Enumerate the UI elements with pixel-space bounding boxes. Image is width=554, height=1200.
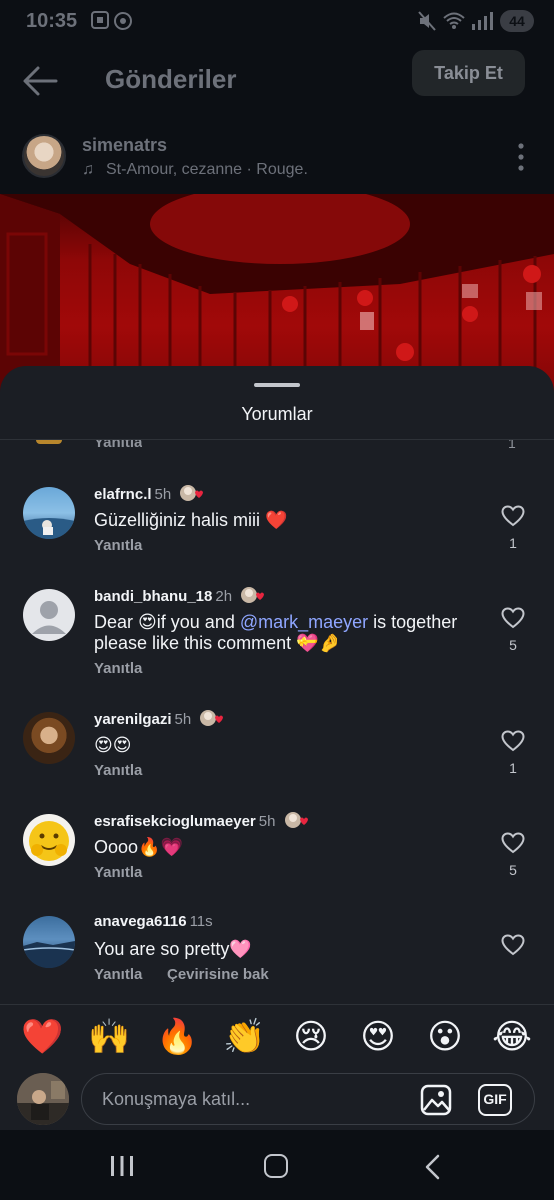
- comment-username[interactable]: anavega6116: [94, 913, 187, 930]
- partial-like-count: 1: [508, 440, 516, 450]
- reply-link[interactable]: Yanıtla: [94, 762, 142, 779]
- comment-time: 2h: [215, 588, 233, 605]
- post-music[interactable]: ♫ St-Amour, cezanne · Rouge.: [82, 161, 308, 179]
- comment-time: 5h: [154, 486, 172, 503]
- drag-handle[interactable]: [254, 383, 300, 387]
- reply-link[interactable]: Yanıtla: [94, 966, 142, 983]
- emoji-red-heart[interactable]: ❤️: [21, 1017, 63, 1057]
- home-icon[interactable]: [264, 1154, 288, 1178]
- partial-comment-avatar: [36, 440, 62, 444]
- comment-text: You are so pretty🩷: [94, 939, 252, 959]
- partial-reply-link[interactable]: Yanıtla: [94, 440, 142, 450]
- emoji-heart-eyes[interactable]: 😍: [358, 1017, 398, 1057]
- comment-header: yarenilgazi 5h: [94, 709, 224, 728]
- follow-button[interactable]: Takip Et: [412, 50, 525, 96]
- comment-header: anavega6116 11s: [94, 913, 213, 930]
- heart-outline-icon[interactable]: [501, 832, 525, 854]
- status-time: 10:35: [26, 10, 78, 32]
- emoji-quick-bar: ❤️ 🙌 🔥 👏 😢 😍 😮 😂: [0, 1004, 554, 1068]
- music-label: St-Amour, cezanne · Rouge.: [106, 161, 308, 178]
- author-liked-avatar-icon: [284, 811, 308, 829]
- reply-link[interactable]: Yanıtla: [94, 660, 142, 677]
- my-avatar: [17, 1073, 69, 1125]
- heart-outline-icon[interactable]: [501, 730, 525, 752]
- heart-outline-icon[interactable]: [501, 934, 525, 956]
- sheet-divider: [0, 439, 554, 440]
- comment-avatar[interactable]: [23, 814, 75, 866]
- comment-avatar[interactable]: [23, 589, 75, 641]
- reply-link[interactable]: Yanıtla: [94, 864, 142, 881]
- author-liked-avatar-icon: [240, 586, 265, 604]
- comment-avatar[interactable]: [23, 487, 75, 539]
- comment-time: 5h: [258, 813, 276, 830]
- page-title: Gönderiler: [105, 64, 237, 94]
- like-count: 5: [509, 637, 517, 653]
- comment-input-placeholder: Konuşmaya katıl...: [102, 1089, 251, 1109]
- comment-username[interactable]: bandi_bhanu_18: [94, 588, 212, 605]
- gif-icon[interactable]: GIF: [478, 1084, 512, 1116]
- partial-reply-label: Yanıtla: [94, 440, 143, 450]
- comment-header: esrafisekcioglumaeyer 5h: [94, 811, 308, 830]
- heart-outline-icon[interactable]: [501, 607, 525, 629]
- wifi-icon: [443, 12, 465, 29]
- see-translation-link[interactable]: Çevirisine bak: [167, 966, 269, 983]
- emoji-clapping[interactable]: 👏: [223, 1017, 265, 1057]
- heart-outline-icon[interactable]: [501, 505, 525, 527]
- like-count: 1: [509, 535, 517, 551]
- comment-avatar[interactable]: [23, 712, 75, 764]
- comment-text: Dear 😍if you and @mark_maeyer is togethe…: [94, 612, 474, 654]
- system-nav-bar: [0, 1130, 554, 1200]
- comment-text: Oooo🔥💗: [94, 837, 183, 857]
- mute-icon: [418, 11, 436, 31]
- more-vertical-icon[interactable]: [516, 142, 526, 172]
- post-owner-avatar[interactable]: [22, 134, 66, 178]
- comment-header: bandi_bhanu_18 2h: [94, 586, 265, 605]
- author-liked-avatar-icon: [199, 709, 224, 727]
- comment-input-row: Konuşmaya katıl... GIF: [0, 1068, 554, 1130]
- comment-username[interactable]: esrafisekcioglumaeyer: [94, 813, 256, 830]
- emoji-crying[interactable]: 😢: [291, 1017, 331, 1057]
- reply-link[interactable]: Yanıtla: [94, 537, 142, 554]
- like-count: 5: [509, 862, 517, 878]
- partial-like-count-label: 1: [508, 440, 516, 450]
- mention-link[interactable]: @mark_maeyer: [240, 612, 368, 632]
- emoji-laughing[interactable]: 😂: [492, 1017, 532, 1057]
- post-owner-username[interactable]: simenatrs: [82, 135, 167, 156]
- comment-text: 😍😍: [94, 735, 132, 755]
- recents-icon[interactable]: [110, 1155, 134, 1177]
- comment-time: 11s: [189, 913, 213, 930]
- status-bar: 10:35 44: [0, 0, 554, 44]
- emoji-fire[interactable]: 🔥: [156, 1017, 198, 1057]
- author-liked-avatar-icon: [179, 484, 204, 502]
- status-right: 44: [418, 9, 534, 33]
- comment-avatar[interactable]: [23, 916, 75, 968]
- comment-username[interactable]: elafrnc.l: [94, 486, 152, 503]
- music-note-icon: ♫: [82, 161, 94, 178]
- emoji-raising-hands[interactable]: 🙌: [88, 1017, 130, 1057]
- signal-icon: [472, 12, 493, 30]
- comment-header: elafrnc.l 5h: [94, 484, 204, 503]
- comment-input[interactable]: Konuşmaya katıl... GIF: [81, 1073, 535, 1125]
- comment-time: 5h: [174, 711, 192, 728]
- comment-text: Güzelliğiniz halis miii ❤️: [94, 510, 288, 530]
- notification-icons: [91, 11, 132, 30]
- back-arrow-icon[interactable]: [20, 64, 60, 98]
- system-back-icon[interactable]: [424, 1154, 440, 1180]
- comment-text-part: Dear 😍if you and: [94, 612, 240, 632]
- image-icon[interactable]: [420, 1084, 452, 1116]
- sheet-title: Yorumlar: [241, 404, 313, 424]
- post-owner-row: simenatrs ♫ St-Amour, cezanne · Rouge.: [0, 124, 554, 194]
- emoji-surprised[interactable]: 😮: [425, 1017, 465, 1057]
- header: Gönderiler Takip Et: [0, 44, 554, 124]
- battery-indicator: 44: [500, 10, 534, 32]
- comment-username[interactable]: yarenilgazi: [94, 711, 172, 728]
- like-count: 1: [509, 760, 517, 776]
